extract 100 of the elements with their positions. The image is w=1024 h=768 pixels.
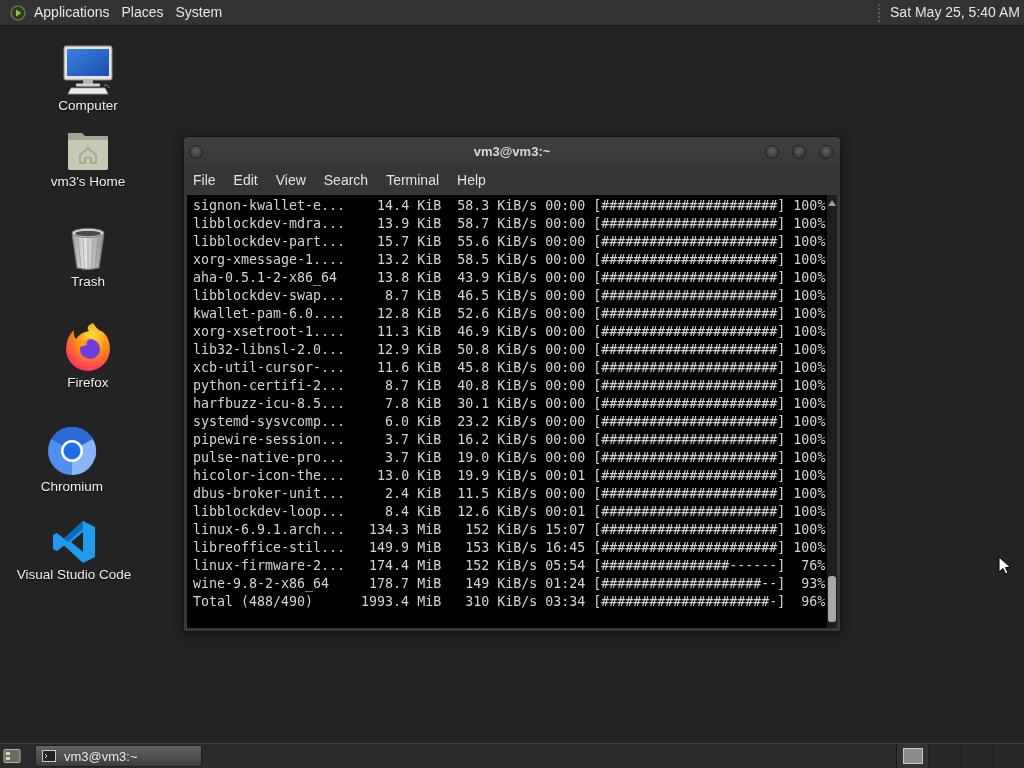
workspace-button[interactable] [896,744,928,768]
percent-text: 100% [793,395,826,413]
maximize-button[interactable] [792,144,806,159]
transfer-rate: 16.2 KiB/s [457,431,538,449]
package-name: harfbuzz-icu-8.5... [193,395,346,413]
transfer-rate: 43.9 KiB/s [457,269,538,287]
percent-text: 100% [793,341,826,359]
menu-item[interactable]: Help [452,170,491,191]
download-time: 00:00 [545,341,586,359]
file-size: 12.9 KiB [377,341,442,359]
progress-bar-text: [######################] [593,215,786,233]
progress-bar-text: [######################] [593,359,786,377]
file-size: 174.4 MiB [369,557,442,575]
package-name: signon-kwallet-e... [193,197,346,215]
window-menu-button[interactable] [189,144,203,159]
menu-item[interactable]: Edit [228,170,263,191]
package-name: pipewire-session... [193,431,346,449]
progress-bar-text: [######################] [593,485,786,503]
transfer-rate: 46.5 KiB/s [457,287,538,305]
transfer-rate: 152 KiB/s [465,557,538,575]
file-size: 8.7 KiB [385,287,442,305]
package-name: libblockdev-mdra... [193,215,346,233]
file-size: 8.4 KiB [385,503,442,521]
panel-menu[interactable]: Places [115,2,170,23]
desktop-shortcut[interactable]: vm3's Home [50,131,126,190]
package-name: python-certifi-2... [193,377,346,395]
transfer-rate: 58.3 KiB/s [457,197,538,215]
download-time: 00:00 [545,197,586,215]
file-size: 12.8 KiB [377,305,442,323]
file-size: 8.7 KiB [385,377,442,395]
transfer-rate: 45.8 KiB/s [457,359,538,377]
window-title: vm3@vm3:~ [472,144,552,159]
transfer-rate: 310 KiB/s [465,593,538,611]
percent-text: 100% [793,359,826,377]
file-size: 3.7 KiB [385,449,442,467]
percent-text: 100% [793,215,826,233]
desktop-shortcut[interactable]: Chromium [40,426,104,495]
desktop-shortcut[interactable]: Firefox [63,322,113,391]
progress-bar-text: [######################] [593,431,786,449]
progress-bar-text: [######################] [593,251,786,269]
file-size: 11.6 KiB [377,359,442,377]
percent-text: 100% [793,269,826,287]
panel-menu[interactable]: Applications [28,2,116,23]
transfer-rate: 19.0 KiB/s [457,449,538,467]
percent-text: 100% [793,503,826,521]
close-button[interactable] [819,144,833,159]
package-name: systemd-sysvcomp... [193,413,346,431]
file-size: 134.3 MiB [369,521,442,539]
menu-item[interactable]: File [188,170,221,191]
progress-bar-text: [######################] [593,287,786,305]
desktop-shortcut[interactable]: Computer [58,45,118,114]
percent-text: 76% [801,557,826,575]
menu-item[interactable]: Search [318,170,374,191]
progress-bar-text: [######################] [593,233,786,251]
download-time: 00:00 [545,251,586,269]
computer-icon [62,45,114,95]
scroll-up-arrow-icon[interactable] [828,200,836,206]
desktop-shortcut[interactable]: Trash [68,227,108,290]
package-name: libreoffice-stil... [193,539,346,557]
desktop-shortcut[interactable]: Visual Studio Code [16,520,132,583]
percent-text: 96% [801,593,826,611]
transfer-rate: 12.6 KiB/s [457,503,538,521]
chromium-icon [47,426,97,476]
progress-bar-text: [######################] [593,323,786,341]
download-time: 00:00 [545,413,586,431]
percent-text: 100% [793,521,826,539]
scrollbar[interactable] [827,195,837,628]
percent-text: 100% [793,449,826,467]
show-desktop-icon[interactable] [3,748,21,764]
menu-item[interactable]: View [270,170,311,191]
window-thumbnail-icon [902,748,923,764]
transfer-rate: 23.2 KiB/s [457,413,538,431]
percent-text: 100% [793,413,826,431]
clock[interactable]: Sat May 25, 5:40 AM [890,2,1020,23]
package-name: lib32-libnsl-2.0... [193,341,346,359]
download-time: 00:00 [545,377,586,395]
progress-bar-text: [######################] [593,341,786,359]
file-size: 13.9 KiB [377,215,442,233]
progress-bar-text: [######################] [593,305,786,323]
download-time: 00:01 [545,467,586,485]
file-size: 3.7 KiB [385,431,442,449]
download-time: 00:00 [545,269,586,287]
download-time: 00:00 [545,287,586,305]
menu-item[interactable]: Terminal [381,170,445,191]
scrollbar-thumb[interactable] [828,576,836,622]
transfer-rate: 52.6 KiB/s [457,305,538,323]
download-time: 05:54 [545,557,586,575]
play-circle-icon[interactable] [10,4,26,21]
file-size: 13.8 KiB [377,269,442,287]
minimize-button[interactable] [765,144,779,159]
package-name: kwallet-pam-6.0.... [193,305,346,323]
progress-bar-text: [######################] [593,197,786,215]
progress-bar-text: [################------] [593,557,786,575]
download-time: 16:45 [545,539,586,557]
percent-text: 100% [793,251,826,269]
panel-menu[interactable]: System [169,2,229,23]
package-name: pulse-native-pro... [193,449,346,467]
download-time: 00:00 [545,395,586,413]
taskbar-button[interactable]: vm3@vm3:~ [35,745,202,767]
percent-text: 100% [793,377,826,395]
